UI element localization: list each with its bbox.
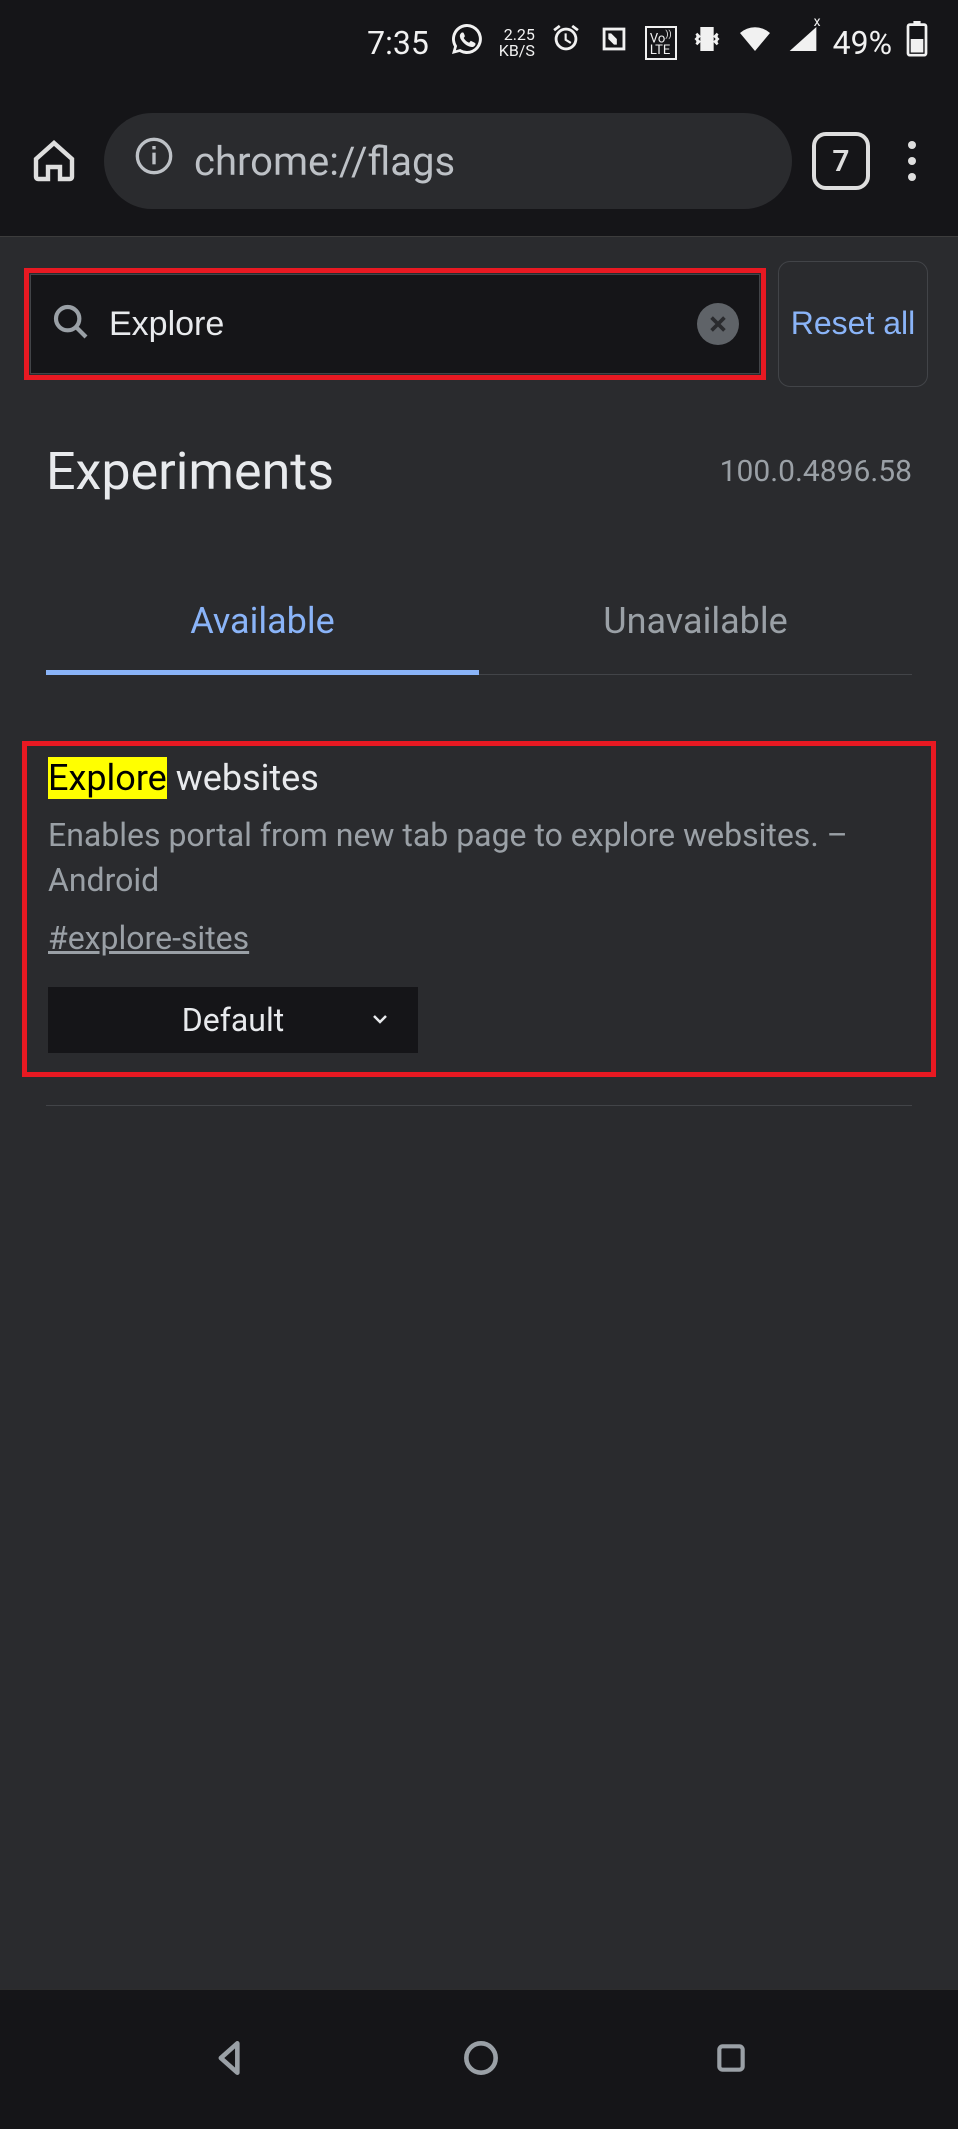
wifi-icon bbox=[737, 24, 773, 62]
clear-search-button[interactable] bbox=[697, 303, 739, 345]
url-text: chrome://flags bbox=[194, 138, 455, 185]
data-rate-indicator: 2.25KB/S bbox=[499, 27, 535, 59]
nav-back-button[interactable] bbox=[208, 2036, 252, 2084]
url-bar[interactable]: chrome://flags bbox=[104, 113, 792, 209]
tab-unavailable[interactable]: Unavailable bbox=[479, 572, 912, 674]
flag-state-select[interactable]: Default bbox=[48, 987, 418, 1053]
flags-search-input[interactable] bbox=[109, 305, 679, 344]
battery-percent: 49% bbox=[833, 24, 892, 62]
nfc-icon bbox=[597, 22, 631, 64]
volte-icon: Vo))LTE bbox=[645, 26, 677, 60]
android-status-bar: 7:35 2.25KB/S Vo))LTE x 49% bbox=[0, 0, 958, 86]
android-nav-bar bbox=[0, 1989, 958, 2129]
flags-search-box[interactable] bbox=[30, 274, 760, 374]
flag-description: Enables portal from new tab page to expl… bbox=[48, 813, 910, 903]
page-info-icon[interactable] bbox=[134, 136, 174, 186]
whatsapp-icon bbox=[449, 21, 485, 65]
version-text: 100.0.4896.58 bbox=[720, 454, 912, 489]
flags-tabs: Available Unavailable bbox=[46, 572, 912, 675]
alarm-icon bbox=[549, 22, 583, 64]
chevron-down-icon bbox=[368, 1001, 392, 1039]
flag-title: Explore websites bbox=[48, 757, 910, 799]
page-title: Experiments bbox=[46, 441, 334, 502]
signal-icon: x bbox=[787, 24, 819, 62]
home-button[interactable] bbox=[24, 131, 84, 191]
flags-page: Reset all Experiments 100.0.4896.58 Avai… bbox=[0, 236, 958, 2006]
browser-menu-button[interactable] bbox=[890, 141, 934, 181]
browser-toolbar: chrome://flags 7 bbox=[0, 86, 958, 236]
tab-switcher-button[interactable]: 7 bbox=[812, 132, 870, 190]
nav-recents-button[interactable] bbox=[711, 2038, 751, 2082]
tab-available[interactable]: Available bbox=[46, 572, 479, 675]
vibrate-icon bbox=[691, 23, 723, 63]
battery-icon bbox=[906, 21, 928, 65]
reset-all-button[interactable]: Reset all bbox=[778, 261, 928, 387]
clock-text: 7:35 bbox=[367, 24, 429, 62]
nav-home-button[interactable] bbox=[459, 2036, 503, 2084]
search-icon bbox=[51, 302, 91, 346]
flag-hash-link[interactable]: #explore-sites bbox=[48, 919, 249, 957]
